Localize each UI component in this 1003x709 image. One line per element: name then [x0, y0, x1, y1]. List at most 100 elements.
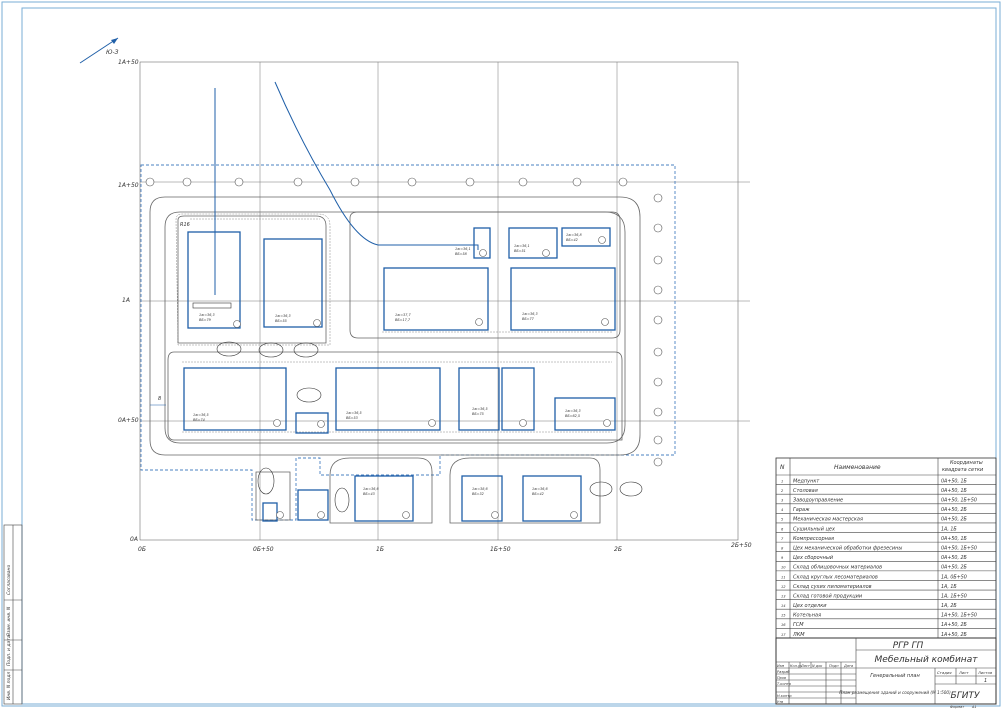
elev-11-a: 1ж=36,3 — [199, 313, 215, 317]
table-cell-coords: 1А, 1Б+50 — [941, 593, 967, 599]
tb-sheets-value: 1 — [984, 678, 987, 684]
tb-col-podp: Подп — [829, 664, 839, 668]
road-width-dim: 8 — [158, 396, 161, 402]
tb-role-2: Т.контр — [777, 682, 792, 686]
table-cell-n: 4 — [781, 508, 784, 512]
elev-5-b: ВБ=42 — [532, 492, 544, 496]
tb-format-label: Формат — [950, 705, 965, 709]
sheet-border — [1, 1, 1001, 707]
grid-label-bottom-0: 0Б — [138, 546, 146, 553]
table-cell-coords: 0А+50, 2Б — [941, 565, 968, 571]
tb-col-list: Лист — [800, 664, 811, 668]
elev-6-a: 1ж=36,5 — [193, 413, 209, 417]
tb-sheet-name: Генеральный план — [870, 673, 920, 679]
table-cell-coords: 0А+50, 2Б — [941, 517, 968, 523]
elev-13-a: 1ж=37,7 — [395, 313, 411, 317]
tb-role-0: Разраб — [777, 670, 790, 674]
table-cell-n: 15 — [781, 614, 786, 618]
explication-table: N Наименование Координаты квадрата сетки… — [775, 457, 997, 639]
title-block: Изм Кол.уч Лист N док Подп Дата Разраб П… — [775, 637, 997, 709]
radius-dim: R16 — [180, 222, 190, 228]
elev-16-a: 1ж=36,1 — [514, 244, 530, 248]
table-cell-coords: 1А+50, 2Б — [941, 632, 968, 638]
elev-8-a: 1ж=36,5 — [346, 411, 362, 415]
north-arrow: Ю-З — [79, 37, 119, 64]
table-cell-coords: 0А+50, 1Б+50 — [941, 546, 977, 552]
table-cell-n: 17 — [781, 633, 786, 637]
tb-col-izm: Изм — [777, 664, 784, 668]
elev-4-b: ВБ=32 — [472, 492, 484, 496]
table-cell-coords: 1А+50, 1Б+50 — [941, 613, 977, 619]
tb-role-4: Утв — [777, 700, 783, 704]
table-header-coords-1: Координаты — [950, 460, 983, 466]
table-cell-coords: 1А, 1Б — [941, 526, 957, 532]
stamp-inv: Инв. N подл — [6, 672, 12, 700]
grid-label-left-3: 0А+50 — [118, 417, 139, 424]
table-cell-n: 7 — [781, 537, 784, 541]
table-cell-n: 1 — [781, 479, 783, 483]
tb-col-data: Дата — [843, 664, 853, 668]
table-cell-name: Медпункт — [793, 478, 820, 484]
table-cell-coords: 0А+50, 1Б — [941, 488, 968, 494]
table-cell-name: Склад круглых лесоматериалов — [793, 574, 878, 580]
table-cell-name: Котельная — [793, 613, 821, 619]
elev-8-b: ВБ=53 — [346, 416, 358, 420]
tb-sheet-label: Лист — [958, 670, 969, 675]
side-stamp: Инв. N подл Подп. и дата Взам. инв. N Со… — [3, 524, 23, 705]
grid-label-bottom-1: 0Б+50 — [253, 546, 274, 553]
grid-label-left-1: 1А+50 — [118, 182, 139, 189]
elev-12-b: ВБ=55 — [275, 319, 287, 323]
table-cell-coords: 1А, 1Б — [941, 584, 957, 590]
tb-sheets-label: Листов — [977, 670, 993, 675]
table-cell-n: 9 — [781, 556, 784, 560]
table-header-n: N — [780, 464, 785, 471]
table-cell-n: 10 — [781, 566, 786, 570]
tb-org: БГИТУ — [951, 691, 980, 701]
grid-label-bottom-4: 2Б — [614, 546, 622, 553]
tb-format-value: А1 — [971, 705, 977, 709]
tb-stage-label: Стадия — [937, 670, 952, 675]
table-cell-coords: 1А+50, 2Б — [941, 622, 968, 628]
elev-3-b: ВБ=43 — [363, 492, 375, 496]
table-cell-n: 2 — [781, 489, 784, 493]
table-cell-name: Склад готовой продукции — [793, 593, 863, 599]
grid-label-left-0: 1А+50 — [118, 59, 139, 66]
lighting-posts — [145, 177, 663, 467]
table-cell-n: 14 — [781, 604, 786, 608]
elev-16-b: ВБ=51 — [514, 249, 526, 253]
grid-label-left-2: 1А — [122, 297, 130, 304]
table-cell-coords: 0А+50, 1Б — [941, 536, 968, 542]
table-rows: 1 Медпункт 0А+50, 1Б 2 Столовая 0А+50, 1Б 3 Зав… — [776, 478, 996, 639]
table-cell-name: Столовая — [793, 488, 818, 494]
table-cell-n: 16 — [781, 623, 786, 627]
table-cell-name: ГСМ — [793, 622, 804, 628]
table-cell-n: 3 — [781, 499, 784, 503]
elev-17-a: 1ж=36,8 — [566, 233, 582, 237]
table-cell-name: Цех механической обработки фрезесины — [793, 546, 902, 552]
tb-project: Мебельный комбинат — [875, 655, 979, 665]
elev-14-a: 1ж=36,3 — [522, 312, 538, 316]
elev-5-a: 1ж=36,6 — [532, 487, 548, 491]
table-cell-coords: 1А, 0Б+50 — [941, 574, 967, 580]
elev-4-a: 1ж=38,6 — [472, 487, 488, 491]
table-header-coords-2: квадрата сетки — [942, 467, 984, 473]
table-cell-n: 5 — [781, 518, 784, 522]
grid-label-left-4: 0А — [130, 536, 138, 543]
tb-role-3: Н.контр — [777, 694, 792, 698]
elev-9-a: 1ж=36,5 — [472, 407, 488, 411]
table-cell-n: 13 — [781, 594, 786, 598]
table-cell-name: Компрессорная — [793, 536, 834, 542]
table-cell-coords: 0А+50, 1Б — [941, 478, 968, 484]
table-cell-coords: 0А+50, 2Б — [941, 507, 968, 513]
tb-role-1: Пров — [777, 676, 786, 680]
grid-label-bottom-5: 2Б+50 — [731, 542, 752, 549]
general-plan-drawing: Инв. N подл Подп. и дата Взам. инв. N Со… — [1, 1, 1001, 709]
stamp-sign: Подп. и дата — [6, 635, 12, 666]
table-cell-name: Заводоуправление — [793, 498, 843, 504]
elev-11-b: ВБ=79 — [199, 318, 211, 322]
elev-6-b: ВБ=74 — [193, 418, 205, 422]
table-cell-coords: 1А, 2Б — [941, 603, 957, 609]
elev-15-b: ВБ=58 — [455, 252, 468, 256]
elev-17-b: ВБ=42 — [566, 238, 578, 242]
elev-15-a: 1ж=36,1 — [455, 247, 471, 251]
